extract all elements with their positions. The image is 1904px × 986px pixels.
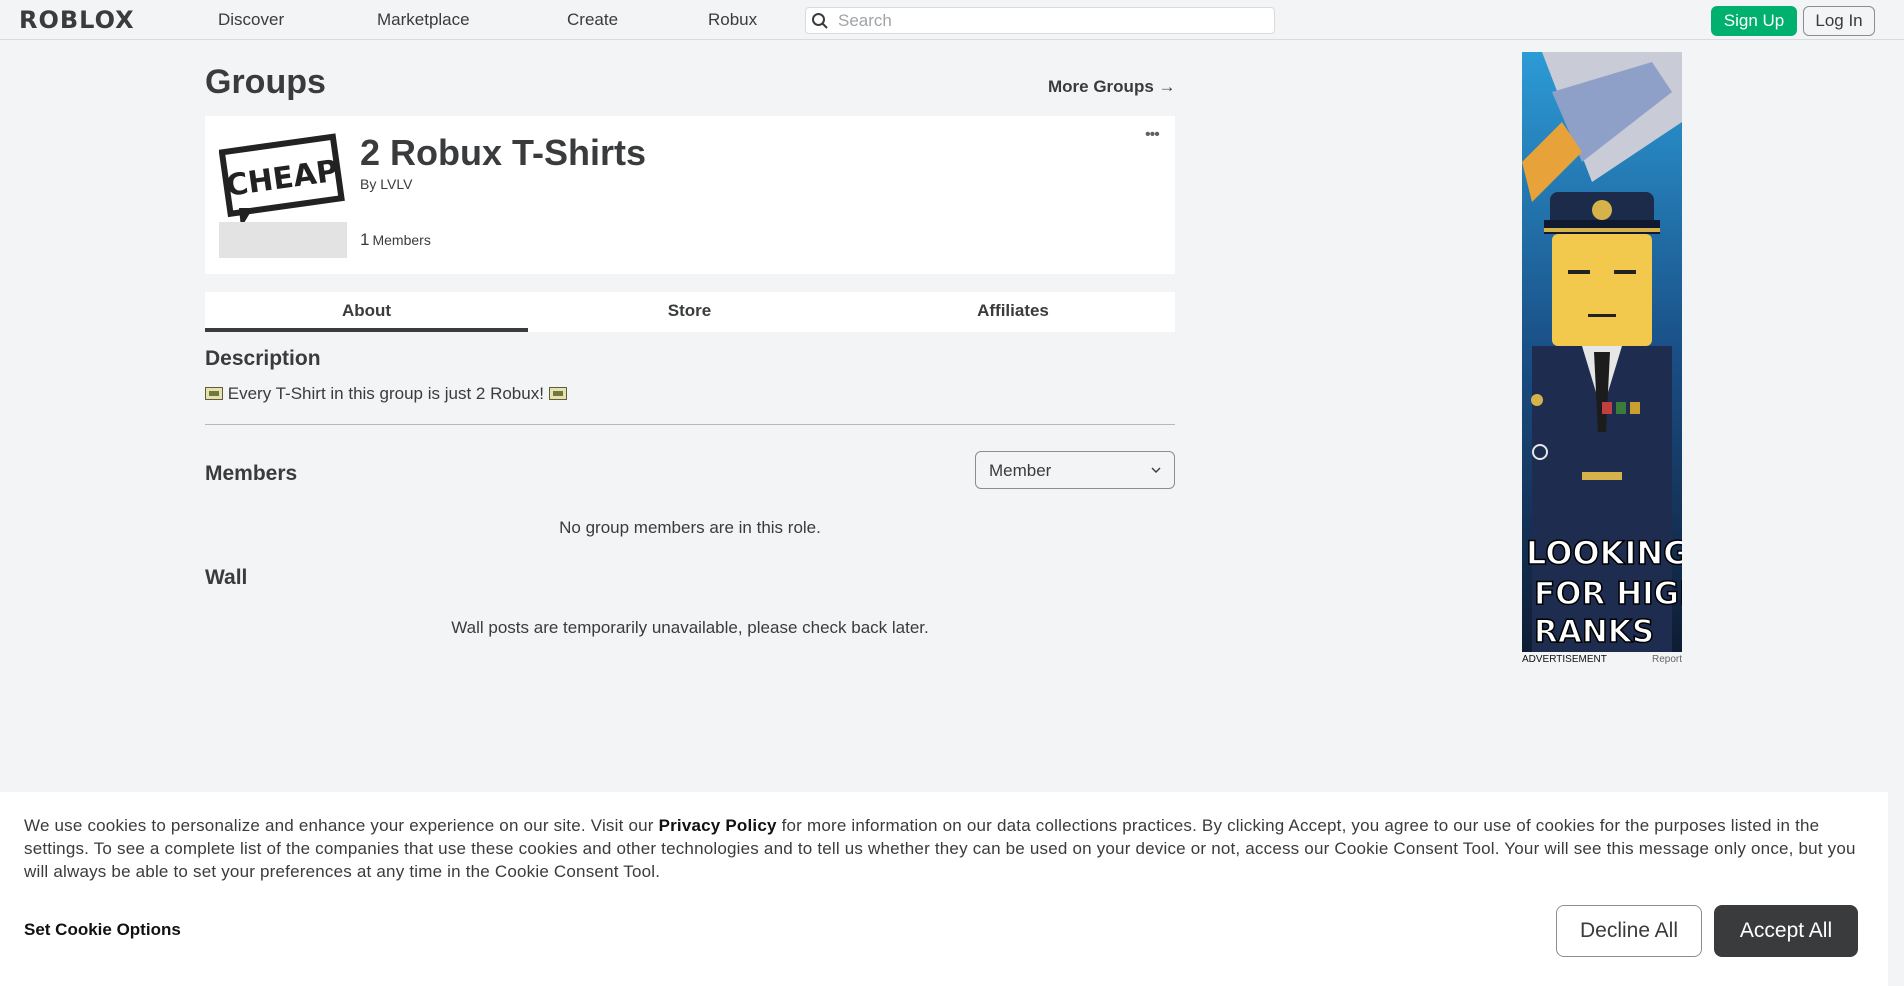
- description-text: Every T-Shirt in this group is just 2 Ro…: [227, 384, 544, 403]
- by-prefix: By: [360, 176, 377, 192]
- advertisement-image: LOOKING FOR HIGH RANKS: [1522, 52, 1682, 652]
- owner-link[interactable]: LVLV: [380, 176, 412, 192]
- nav-link-discover[interactable]: Discover: [218, 10, 284, 30]
- search-input[interactable]: [838, 10, 1258, 32]
- ad-text-line-3: RANKS: [1534, 614, 1654, 650]
- search-bar: [805, 7, 1275, 34]
- description-title: Description: [205, 347, 321, 370]
- ad-caption: ADVERTISEMENT Report: [1522, 654, 1682, 666]
- nav-link-robux[interactable]: Robux: [708, 10, 757, 30]
- log-in-button[interactable]: Log In: [1803, 6, 1875, 36]
- emoji-icon: [548, 387, 567, 400]
- search-icon[interactable]: [811, 12, 829, 30]
- chevron-down-icon: [1151, 467, 1161, 473]
- nav-link-marketplace[interactable]: Marketplace: [377, 10, 470, 30]
- ad-text-line-2: FOR HIGH: [1534, 576, 1682, 612]
- group-header-card: CHEAP 2 Robux T-Shirts By LVLV 1 Members …: [205, 116, 1175, 274]
- wall-empty-message: Wall posts are temporarily unavailable, …: [451, 618, 929, 637]
- top-navigation-bar: ROBLOX Discover Marketplace Create Robux…: [0, 0, 1904, 40]
- cookie-text-part-1: We use cookies to personalize and enhanc…: [24, 816, 659, 835]
- decline-all-button[interactable]: Decline All: [1556, 905, 1702, 957]
- arrow-right-icon: →: [1158, 77, 1176, 96]
- cookie-consent-banner: We use cookies to personalize and enhanc…: [0, 792, 1888, 986]
- tab-store[interactable]: Store: [528, 292, 851, 332]
- members-empty-message: No group members are in this role.: [559, 518, 821, 537]
- report-ad-link[interactable]: Report: [1652, 654, 1682, 666]
- emblem-placeholder: [219, 222, 347, 258]
- group-owner-line: By LVLV: [360, 176, 412, 192]
- cookie-consent-text: We use cookies to personalize and enhanc…: [24, 814, 1864, 883]
- group-name: 2 Robux T-Shirts: [360, 132, 647, 173]
- advertisement-banner[interactable]: LOOKING FOR HIGH RANKS: [1522, 52, 1682, 652]
- wall-title: Wall: [205, 566, 248, 589]
- page-title: Groups: [205, 63, 326, 101]
- members-count: 1: [360, 230, 370, 249]
- accept-all-button[interactable]: Accept All: [1714, 905, 1858, 957]
- nav-link-create[interactable]: Create: [567, 10, 618, 30]
- description-text-line: Every T-Shirt in this group is just 2 Ro…: [205, 383, 567, 405]
- members-label: Members: [372, 232, 431, 248]
- tab-about[interactable]: About: [205, 292, 528, 332]
- more-groups-label: More Groups: [1048, 77, 1154, 96]
- ad-text-line-1: LOOKING: [1526, 534, 1682, 572]
- emoji-icon: [205, 387, 223, 400]
- roblox-logo[interactable]: ROBLOX: [19, 6, 135, 34]
- set-cookie-options-link[interactable]: Set Cookie Options: [24, 920, 181, 940]
- members-title: Members: [205, 462, 298, 485]
- privacy-policy-link[interactable]: Privacy Policy: [659, 816, 777, 835]
- advertisement-label: ADVERTISEMENT: [1522, 654, 1607, 665]
- more-groups-link[interactable]: More Groups →: [1048, 77, 1176, 97]
- role-select-value: Member: [989, 461, 1052, 480]
- sign-up-button[interactable]: Sign Up: [1711, 6, 1797, 36]
- group-tabs: About Store Affiliates: [205, 292, 1175, 332]
- tab-affiliates[interactable]: Affiliates: [851, 292, 1175, 332]
- role-select-dropdown[interactable]: Member: [975, 451, 1175, 489]
- more-options-icon[interactable]: •••: [1145, 127, 1160, 143]
- section-divider: [205, 424, 1175, 425]
- members-count-line: 1 Members: [360, 230, 431, 251]
